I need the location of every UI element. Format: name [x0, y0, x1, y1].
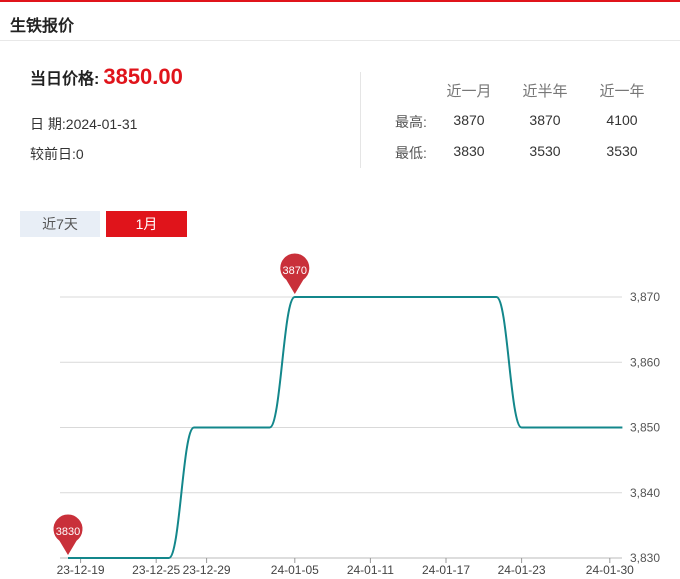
stats-col-header: 近一年: [599, 83, 645, 100]
stats-cell: 3870: [529, 112, 561, 128]
y-tick-label: 3,850: [630, 421, 660, 435]
price-line-chart: 3,830 3,840 3,850 3,860 3,870 23-12-19 23-12-2…: [52, 252, 660, 577]
stats-cell: 3870: [453, 112, 485, 128]
panel-header: 生铁报价: [0, 2, 680, 41]
price-pin-label: 3870: [283, 265, 307, 277]
y-tick-label: 3,870: [630, 290, 660, 304]
price-pin-label: 3830: [56, 526, 80, 538]
stats-col-header: 近半年: [522, 83, 568, 100]
stats-cell: 3530: [529, 143, 561, 159]
vertical-divider: [360, 72, 361, 168]
x-tick-label: 23-12-25: [132, 563, 180, 577]
x-tick-label: 24-01-05: [271, 563, 319, 577]
x-tick-label: 24-01-17: [422, 563, 470, 577]
x-tick-label: 23-12-19: [57, 563, 105, 577]
price-value: 3850.00: [103, 64, 183, 89]
tab-1-month[interactable]: 1月: [106, 211, 187, 237]
change-row: 较前日:0: [30, 146, 84, 162]
stats-cell: 4100: [606, 112, 638, 128]
stats-cell: 3530: [606, 143, 638, 159]
stats-col-header: 近一月: [446, 83, 492, 100]
panel-title: 生铁报价: [10, 18, 75, 35]
y-tick-label: 3,860: [630, 355, 660, 369]
x-tick-label: 24-01-30: [586, 563, 634, 577]
x-tick-label: 23-12-29: [183, 563, 231, 577]
price-label: 当日价格:: [30, 71, 100, 88]
x-tick-label: 24-01-11: [347, 563, 394, 577]
tab-7-days[interactable]: 近7天: [20, 211, 100, 237]
y-tick-label: 3,840: [630, 486, 660, 500]
price-block: 当日价格: 3850.00: [30, 64, 183, 90]
y-tick-label: 3,830: [630, 551, 660, 565]
x-tick-label: 24-01-23: [498, 563, 546, 577]
range-tabs: 近7天 1月: [20, 211, 187, 237]
date-row: 日 期:2024-01-31: [30, 116, 138, 132]
stats-cell: 3830: [453, 143, 485, 159]
